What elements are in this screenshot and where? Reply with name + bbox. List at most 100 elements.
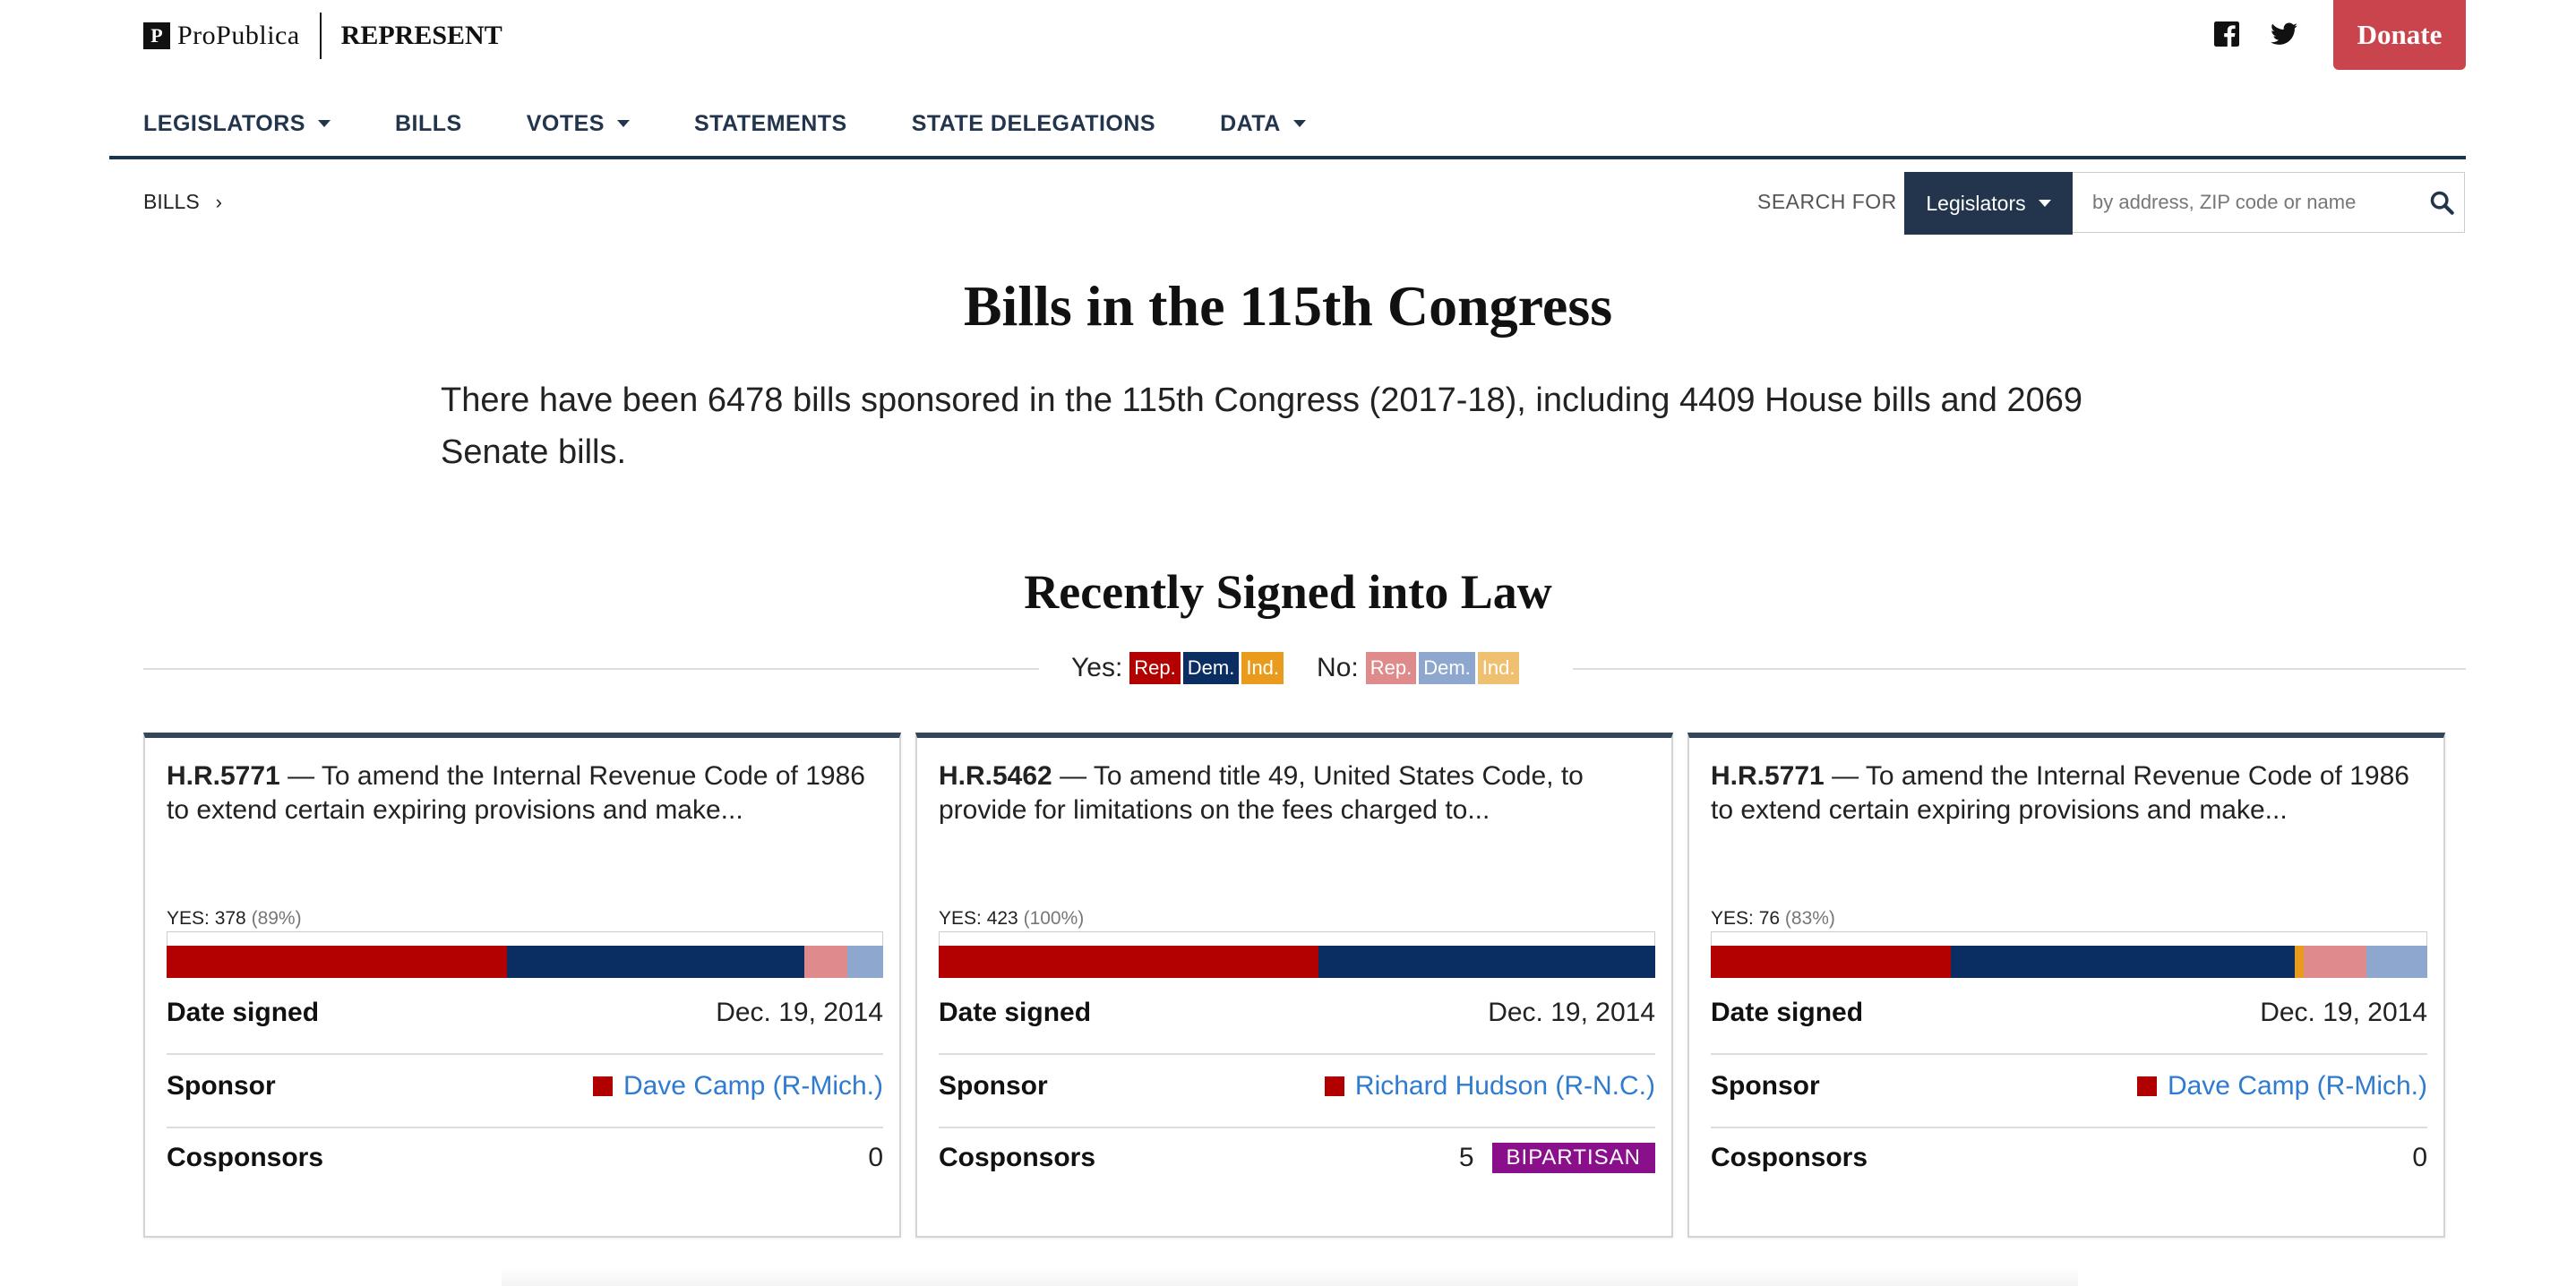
bill-number[interactable]: H.R.5771 [1711,761,1825,791]
yes-count-text: YES: 378 [167,908,246,929]
nav-label: BILLS [394,110,462,136]
cosponsors-label: Cosponsors [1711,1143,1868,1172]
vote-bar [939,946,1655,978]
nav-bills[interactable]: BILLS [395,111,462,137]
intro-text: There have been 6478 bills sponsored in … [441,382,2082,471]
vote-segment-yes-rep [939,946,1318,978]
nav-label: VOTES [526,110,605,136]
nav-label: STATEMENTS [693,110,847,136]
bill-title[interactable]: H.R.5462 — To amend title 49, United Sta… [939,759,1655,827]
date-signed-value: Dec. 19, 2014 [716,998,883,1027]
bill-title[interactable]: H.R.5771 — To amend the Internal Revenue… [167,759,883,827]
chevron-down-icon [317,120,331,127]
sponsor-link[interactable]: Dave Camp (R-Mich.) [623,1071,883,1102]
chevron-down-icon [616,120,630,127]
nav-state-delegations[interactable]: STATE DELEGATIONS [912,111,1155,137]
nav-legislators[interactable]: LEGISLATORS [143,111,331,137]
sponsor-link[interactable]: Dave Camp (R-Mich.) [2168,1071,2427,1102]
nav-label: DATA [1220,110,1281,136]
facebook-icon[interactable] [2212,20,2241,48]
search-input[interactable]: by address, ZIP code or name [2073,172,2465,233]
legend-no-dem: Dem. [1419,652,1475,684]
bill-card[interactable]: H.R.5462 — To amend title 49, United Sta… [915,733,1673,1238]
section-title: Recently Signed into Law [1024,565,1552,619]
cosponsors-row: Cosponsors 0 [167,1143,883,1173]
bill-number[interactable]: H.R.5462 [939,761,1052,791]
legend-yes-rep: Rep. [1129,652,1181,684]
vote-segment-yes-rep [167,946,507,978]
row-divider [167,1053,883,1055]
sponsor-label: Sponsor [1711,1071,1820,1101]
vote-bar-outline [167,931,883,946]
legend-no-label: No: [1317,653,1359,682]
bill-title[interactable]: H.R.5771 — To amend the Internal Revenue… [1711,759,2427,827]
vote-segment-yes-dem [507,946,804,978]
date-signed-row: Date signed Dec. 19, 2014 [939,998,1655,1028]
legend-yes-label: Yes: [1071,653,1123,682]
party-square-icon [592,1076,613,1096]
cosponsors-label: Cosponsors [939,1143,1096,1172]
cosponsors-row: Cosponsors 0 [1711,1143,2427,1173]
nav-votes[interactable]: VOTES [527,111,630,137]
vote-bar-outline [1711,931,2427,946]
vote-bar-outline [939,931,1655,946]
breadcrumb-item-bills[interactable]: BILLS [143,190,200,214]
bill-number[interactable]: H.R.5771 [167,761,280,791]
nav-divider [109,156,2466,159]
legend-no-ind: Ind. [1477,652,1520,684]
search-placeholder: by address, ZIP code or name [2092,191,2357,213]
nav-statements[interactable]: STATEMENTS [694,111,847,137]
yes-percent: (89%) [251,908,302,929]
search-icon[interactable] [2426,186,2458,219]
party-square-icon [1324,1076,1344,1096]
sponsor-link[interactable]: Richard Hudson (R-N.C.) [1355,1071,1655,1102]
legend-rule-left [143,668,1039,670]
date-signed-row: Date signed Dec. 19, 2014 [1711,998,2427,1028]
cosponsors-count: 0 [868,1143,883,1172]
content-shadow [502,1268,2078,1286]
cosponsors-row: Cosponsors 5 BIPARTISAN [939,1143,1655,1173]
chevron-down-icon [1292,120,1306,127]
main-nav: LEGISLATORS BILLS VOTES STATEMENTS STATE… [143,106,1370,141]
bill-card[interactable]: H.R.5771 — To amend the Internal Revenue… [143,733,901,1238]
bill-cards: H.R.5771 — To amend the Internal Revenue… [143,733,2445,1238]
row-divider [1711,1127,2427,1128]
propublica-logo-icon: P [143,22,170,49]
breadcrumb-separator-icon: › [215,190,222,213]
search-type-select[interactable]: Legislators [1904,172,2073,235]
vote-segment-no-dem [2366,946,2427,978]
vote-segment-no-dem [847,946,883,978]
bipartisan-badge: BIPARTISAN [1491,1143,1655,1173]
date-signed-value: Dec. 19, 2014 [1488,998,1655,1027]
date-signed-row: Date signed Dec. 19, 2014 [167,998,883,1028]
social-links [2212,20,2298,48]
legend-no-rep: Rep. [1365,652,1417,684]
vote-bar [167,946,883,978]
cosponsors-count: 0 [2412,1143,2427,1172]
yes-vote-count: YES: 423 (100%) [939,908,1084,930]
date-signed-value: Dec. 19, 2014 [2260,998,2427,1027]
brand[interactable]: P ProPublica REPRESENT [143,13,502,59]
vote-bar [1711,946,2427,978]
bill-card[interactable]: H.R.5771 — To amend the Internal Revenue… [1687,733,2445,1238]
represent-app-name[interactable]: REPRESENT [341,21,502,51]
donate-button[interactable]: Donate [2333,0,2466,70]
party-square-icon [2136,1076,2157,1096]
nav-data[interactable]: DATA [1220,111,1306,137]
twitter-icon[interactable] [2270,20,2298,48]
nav-label: LEGISLATORS [143,110,305,136]
sponsor-row: Sponsor Dave Camp (R-Mich.) [1711,1071,2427,1102]
date-signed-label: Date signed [167,998,320,1027]
sponsor-label: Sponsor [167,1071,276,1101]
vote-segment-yes-dem [1318,946,1655,978]
date-signed-label: Date signed [1711,998,1864,1027]
propublica-logo-text: ProPublica [177,21,300,50]
sponsor-row: Sponsor Dave Camp (R-Mich.) [167,1071,883,1102]
row-divider [939,1053,1655,1055]
yes-percent: (100%) [1023,908,1085,929]
row-divider [939,1127,1655,1128]
search-label: SEARCH FOR [1757,190,1897,213]
yes-percent: (83%) [1784,908,1835,929]
row-divider [1711,1053,2427,1055]
yes-count-text: YES: 76 [1711,908,1781,929]
